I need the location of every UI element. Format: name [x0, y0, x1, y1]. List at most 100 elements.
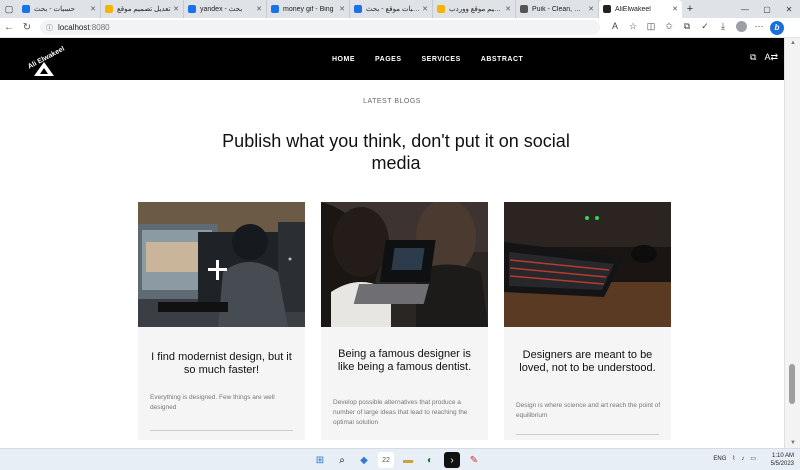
browser-tab[interactable]: حسبات - بحث ✕ [18, 0, 101, 18]
nav-services[interactable]: SERVICES [422, 56, 461, 63]
address-bar-row: ← ↻ ⓘ localhost:8080 A ☆ ◫ ✩ ⧉ ✓ ⤓ ⋯ b [0, 18, 800, 38]
speaker-icon[interactable]: ♪ [741, 456, 744, 462]
info-icon[interactable]: ⓘ [46, 23, 53, 33]
window-controls: — ▢ ✕ [734, 5, 800, 14]
favorite-star-icon[interactable]: ☆ [624, 21, 642, 35]
tab-label: AliElwakeel [615, 5, 651, 13]
section-headline: Publish what you think, don't put it on … [222, 131, 570, 173]
url-port: :8080 [89, 23, 110, 32]
section-eyebrow: LATEST BLOGS [363, 98, 421, 105]
edge-icon[interactable]: ◐ [422, 452, 438, 468]
browser-tab[interactable]: AliElwakeel ✕ [599, 0, 682, 18]
tab-favicon-icon [105, 5, 113, 13]
close-window-icon[interactable]: ✕ [778, 5, 800, 14]
refresh-icon[interactable]: ↻ [18, 22, 36, 33]
back-arrow-icon[interactable]: ← [0, 22, 18, 33]
url-host: localhost [58, 23, 90, 32]
input-language[interactable]: ENG [713, 456, 726, 462]
battery-icon[interactable]: ▭ [750, 455, 756, 462]
clock-date: 5/5/2023 [770, 461, 794, 467]
tab-close-icon[interactable]: ✕ [505, 5, 511, 13]
tab-close-icon[interactable]: ✕ [339, 5, 345, 13]
scroll-thumb[interactable] [789, 364, 795, 404]
tab-favicon-icon [22, 5, 30, 13]
url-field[interactable]: ⓘ localhost:8080 [40, 20, 600, 35]
browser-tab[interactable]: Puik - Clean, Mini ✕ [516, 0, 599, 18]
tab-favicon-icon [354, 5, 362, 13]
tab-label: تعديل تصميم موقع [117, 6, 171, 13]
tab-close-icon[interactable]: ✕ [672, 5, 678, 13]
nav-icon-group: ⧉ A⇄ [750, 52, 778, 63]
blog-card-text: Everything is designed. Few things are w… [150, 394, 275, 411]
split-screen-icon[interactable]: ◫ [642, 21, 660, 35]
tab-favicon-icon [437, 5, 445, 13]
language-icon[interactable]: A⇄ [764, 52, 778, 63]
favorites-icon[interactable]: ✩ [660, 21, 678, 35]
read-aloud-icon[interactable]: A [606, 21, 624, 35]
taskbar-apps: ⊞ ⌕ ◆ 22 ▬ ◐ › ✎ [312, 452, 482, 468]
browser-tab[interactable]: تعديل تصميم موقع ✕ [101, 0, 184, 18]
search-icon[interactable]: ⌕ [334, 452, 350, 468]
scroll-down-icon[interactable]: ▼ [785, 440, 800, 446]
taskbar-clock[interactable]: 1:10 AM 5/5/2023 [771, 452, 794, 468]
wifi-icon[interactable]: ⌇ [732, 455, 735, 462]
blog-card-title[interactable]: Being a famous designer is like being a … [331, 348, 478, 374]
scroll-up-icon[interactable]: ▲ [785, 40, 800, 46]
blog-card-text: Design is where science and art reach th… [516, 402, 661, 419]
extensions-icon[interactable]: ✓ [696, 21, 714, 35]
file-explorer-icon[interactable]: ▬ [400, 452, 416, 468]
tab-label: Puik - Clean, Mini [532, 5, 587, 13]
vscode-icon[interactable]: ◆ [356, 452, 372, 468]
windows-start-icon[interactable]: ⊞ [312, 452, 328, 468]
card-divider [516, 434, 659, 435]
blog-card-title[interactable]: I find modernist design, but it so much … [148, 351, 295, 377]
windows-taskbar: ⊞ ⌕ ◆ 22 ▬ ◐ › ✎ ENG ⌇ ♪ ▭ 1:10 AM 5/5/2… [0, 448, 800, 470]
card-divider [150, 430, 293, 431]
tab-close-icon[interactable]: ✕ [588, 5, 594, 13]
browser-tab[interactable]: حسبات موقع - بحث ✕ [350, 0, 433, 18]
tab-favicon-icon [271, 5, 279, 13]
tab-actions-icon[interactable]: ▢ [0, 0, 18, 18]
tab-label: money gif - Bing [283, 5, 334, 13]
teams-icon[interactable]: 22 [378, 452, 394, 468]
tab-close-icon[interactable]: ✕ [256, 5, 262, 13]
blog-card-text: Develop possible alternatives that produ… [333, 399, 468, 426]
bing-copilot-icon[interactable]: b [768, 20, 786, 35]
blog-image-gamer [138, 202, 305, 327]
nav-pages[interactable]: PAGES [375, 56, 402, 63]
nav-home[interactable]: HOME [332, 56, 355, 63]
more-menu-icon[interactable]: ⋯ [750, 21, 768, 35]
page-scrollbar[interactable]: ▲ ▼ [784, 38, 800, 448]
tab-favicon-icon [520, 5, 528, 13]
minimize-icon[interactable]: — [734, 5, 756, 14]
blog-card-1[interactable]: I find modernist design, but it so much … [138, 202, 305, 440]
browser-tab[interactable]: yandex - بحث ✕ [184, 0, 267, 18]
tab-close-icon[interactable]: ✕ [173, 5, 179, 13]
profile-icon[interactable] [732, 20, 750, 35]
grid-icon[interactable]: ⧉ [750, 52, 756, 63]
collections-icon[interactable]: ⧉ [678, 21, 696, 35]
paint-icon[interactable]: ✎ [466, 452, 482, 468]
blog-card-title[interactable]: Designers are meant to be loved, not to … [514, 349, 661, 375]
clock-time: 1:10 AM [771, 453, 794, 459]
blog-card-3[interactable]: Designers are meant to be loved, not to … [504, 202, 671, 440]
system-tray: ENG ⌇ ♪ ▭ [713, 455, 756, 463]
blog-card-2[interactable]: Being a famous designer is like being a … [321, 202, 488, 440]
blog-image-keyboard [504, 202, 671, 327]
tab-favicon-icon [603, 5, 611, 13]
site-logo[interactable]: Ali Elwakeel [22, 40, 68, 78]
browser-tab[interactable]: تصميم موقع ووردب ✕ [433, 0, 516, 18]
terminal-icon[interactable]: › [444, 452, 460, 468]
browser-tab[interactable]: money gif - Bing ✕ [267, 0, 350, 18]
tab-close-icon[interactable]: ✕ [90, 5, 96, 13]
tab-label: تصميم موقع ووردب [449, 6, 504, 13]
new-tab-button[interactable]: + [682, 3, 698, 15]
nav-abstract[interactable]: ABSTRACT [481, 56, 524, 63]
tab-favicon-icon [188, 5, 196, 13]
download-icon[interactable]: ⤓ [714, 21, 732, 35]
tab-label: yandex - بحث [200, 6, 243, 13]
maximize-icon[interactable]: ▢ [756, 5, 778, 14]
tab-close-icon[interactable]: ✕ [422, 5, 428, 13]
browser-toolbar: A ☆ ◫ ✩ ⧉ ✓ ⤓ ⋯ b [606, 20, 786, 35]
main-menu: HOME PAGES SERVICES ABSTRACT [332, 38, 523, 80]
